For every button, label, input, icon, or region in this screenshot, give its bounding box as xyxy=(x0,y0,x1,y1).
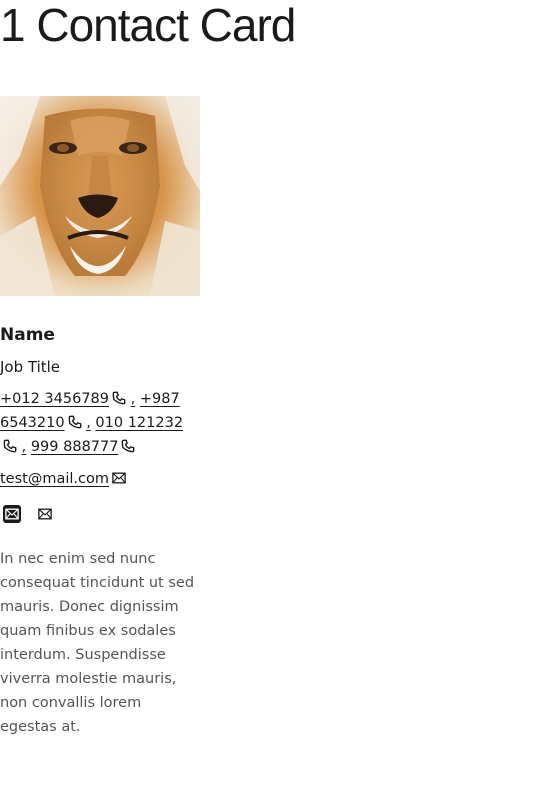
phone-icon xyxy=(122,439,135,453)
contact-photo xyxy=(0,96,200,296)
phone-link[interactable]: 010 121232 xyxy=(95,415,183,431)
phone-separator: , xyxy=(21,439,27,455)
mail-filled-icon xyxy=(5,508,19,520)
social-links xyxy=(0,503,200,525)
contact-job-title: Job Title xyxy=(0,358,61,376)
phone-separator: , xyxy=(130,391,136,407)
phone-link[interactable]: +012 3456789 xyxy=(0,391,109,407)
contact-name: Name xyxy=(0,325,55,345)
phone-link[interactable]: 999 888777 xyxy=(31,439,119,455)
contact-card: Name Job Title +012 3456789 , +987 65432… xyxy=(0,96,200,739)
phone-icon xyxy=(68,415,81,429)
email-link[interactable]: test@mail.com xyxy=(0,471,109,487)
phone-list: +012 3456789 , +987 6543210 , 010 121232… xyxy=(0,387,200,459)
mail-outline-icon xyxy=(38,508,52,520)
page-title: 1 Contact Card xyxy=(0,0,296,51)
phone-separator: , xyxy=(86,415,91,431)
phone-icon xyxy=(3,439,17,453)
email-row: test@mail.com xyxy=(0,467,200,491)
contact-bio: In nec enim sed nunc consequat tincidunt… xyxy=(0,551,195,735)
mail-icon xyxy=(112,472,126,484)
mail-filled-button[interactable] xyxy=(3,505,21,523)
phone-icon xyxy=(112,391,126,405)
mail-outline-button[interactable] xyxy=(35,504,55,524)
